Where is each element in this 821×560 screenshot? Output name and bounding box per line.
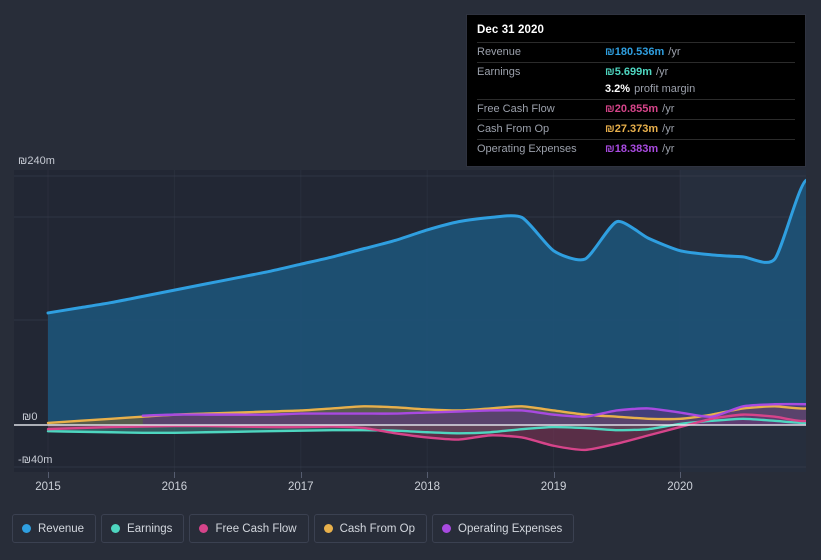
tooltip-row-value-group: 3.2% profit margin [605, 82, 695, 97]
legend-color-dot-icon [442, 524, 452, 533]
tooltip-row-unit: /yr [662, 103, 675, 115]
tooltip-row-unit: /yr [668, 46, 681, 58]
tooltip-row: Cash From Op ₪27.373m/yr [477, 119, 795, 139]
tooltip-title: Dec 31 2020 [477, 24, 544, 36]
tooltip-row-value: ₪27.373m [605, 123, 659, 135]
tooltip-row-value-group: ₪180.536m/yr [605, 45, 681, 60]
tooltip-row-value-group: ₪18.383m/yr [605, 142, 674, 157]
tooltip-row: Earnings ₪5.699m/yr [477, 62, 795, 82]
tooltip-row-value-group: ₪27.373m/yr [605, 122, 674, 137]
legend-color-dot-icon [22, 524, 31, 533]
tooltip-row-unit: /yr [662, 143, 675, 155]
legend-item-label: Earnings [127, 522, 173, 535]
tooltip-row-label: Free Cash Flow [477, 103, 555, 115]
tooltip-row-label: Earnings [477, 66, 521, 78]
tooltip-row-label: Cash From Op [477, 123, 550, 135]
legend-item-free-cash-flow[interactable]: Free Cash Flow [189, 514, 309, 543]
tooltip-row-value-group: ₪5.699m/yr [605, 65, 668, 80]
tooltip-row-value: ₪5.699m [605, 66, 653, 78]
legend-item-label: Cash From Op [339, 522, 416, 535]
legend-item-cash-from-op[interactable]: Cash From Op [313, 514, 428, 543]
tooltip-row-label: Operating Expenses [477, 143, 577, 155]
tooltip-row-value: ₪20.855m [605, 103, 659, 115]
tooltip-rows: Revenue ₪180.536m/yr Earnings ₪5.699m/yr 3.2… [477, 42, 795, 159]
y-axis-label-240m: ₪240m [18, 155, 55, 167]
tooltip-row: Operating Expenses ₪18.383m/yr [477, 139, 795, 159]
legend-color-dot-icon [199, 524, 209, 533]
tooltip-row-value: 3.2% [605, 83, 631, 95]
x-axis-tick-2018: 2018 [414, 481, 440, 493]
legend-item-operating-expenses[interactable]: Operating Expenses [432, 514, 575, 543]
tooltip-row-value: ₪18.383m [605, 143, 659, 155]
x-axis-tick-mark [427, 472, 429, 478]
legend-item-label: Operating Expenses [458, 522, 563, 535]
chart-legend: Revenue Earnings Free Cash Flow Cash From O… [12, 514, 575, 543]
legend-item-revenue[interactable]: Revenue [12, 514, 97, 543]
x-axis-tick-2019: 2019 [540, 481, 567, 493]
financial-chart: ₪240m ₪0 -₪40m 2015 2016 2017 2018 2019 2020 … [0, 0, 821, 560]
x-axis-tick-2016: 2016 [161, 481, 188, 493]
tooltip-row-value-group: ₪20.855m/yr [605, 102, 674, 117]
x-axis-tick-2015: 2015 [35, 481, 61, 493]
legend-item-label: Free Cash Flow [215, 522, 297, 535]
legend-item-label: Revenue [38, 522, 85, 535]
tooltip-row-unit: profit margin [634, 83, 696, 95]
x-axis-tick-mark [174, 472, 176, 478]
tooltip-row-value: ₪180.536m [605, 46, 665, 58]
tooltip-row: Free Cash Flow ₪20.855m/yr [477, 99, 795, 119]
legend-item-earnings[interactable]: Earnings [101, 514, 185, 543]
tooltip-row-unit: /yr [656, 66, 669, 78]
x-axis-tick-2017: 2017 [288, 481, 314, 493]
tooltip-row-unit: /yr [662, 123, 675, 135]
x-axis-tick-2020: 2020 [667, 481, 693, 493]
tooltip-row: 3.2% profit margin [477, 82, 795, 99]
y-axis-label-neg40m: -₪40m [18, 454, 53, 466]
tooltip-row-label: Revenue [477, 46, 522, 58]
x-axis-tick-mark [300, 472, 302, 478]
legend-color-dot-icon [111, 524, 121, 533]
y-axis-label-0: ₪0 [22, 411, 38, 423]
data-tooltip: Dec 31 2020 Revenue ₪180.536m/yr Earnings ₪… [466, 14, 806, 167]
x-axis-tick-mark [680, 472, 681, 478]
x-axis-tick-mark [553, 472, 555, 478]
x-axis-tick-mark [48, 472, 49, 478]
tooltip-row: Revenue ₪180.536m/yr [477, 42, 795, 62]
legend-color-dot-icon [323, 524, 333, 533]
